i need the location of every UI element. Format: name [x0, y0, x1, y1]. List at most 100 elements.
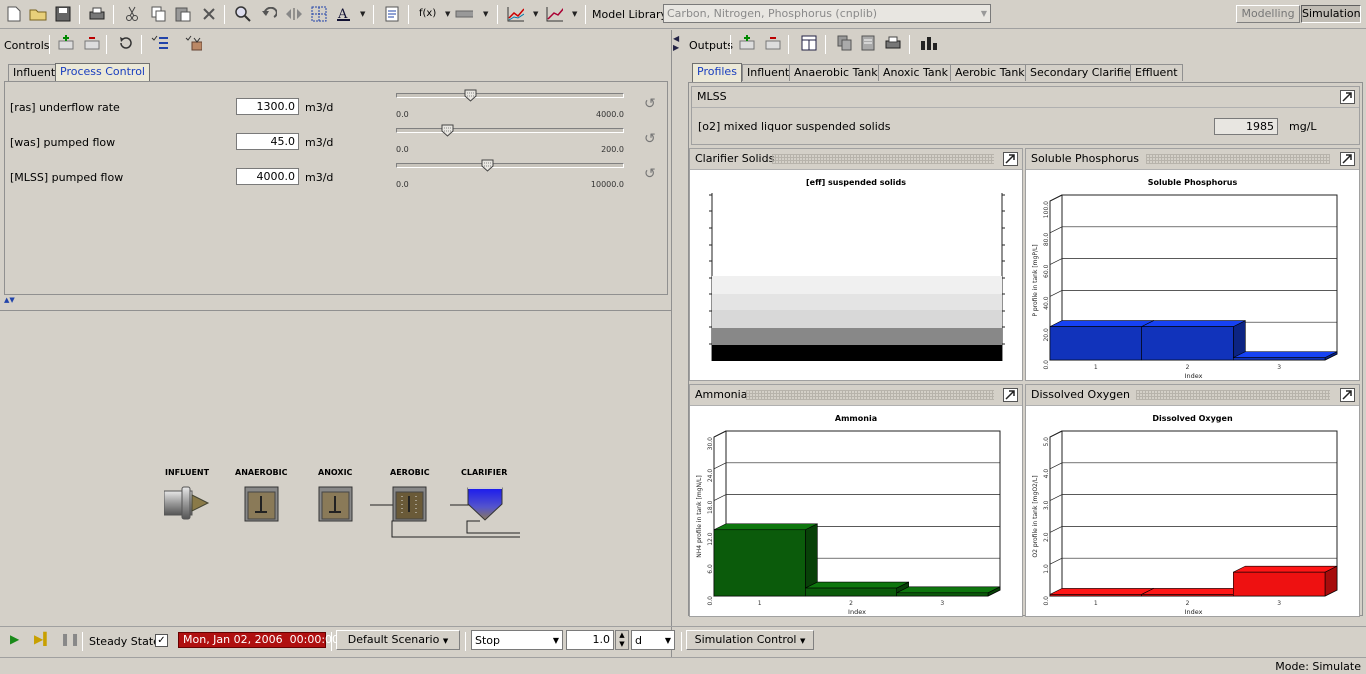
- phosphorus-panel: Soluble Phosphorus Soluble Phosphorus 0.0…: [1025, 148, 1360, 381]
- popout-icon[interactable]: [1003, 388, 1018, 402]
- aerobic-label: AEROBIC: [390, 468, 430, 477]
- duration-spinner[interactable]: ▲ ▼: [615, 630, 629, 650]
- graph-dropdown-arrow-icon[interactable]: ▼: [572, 10, 577, 18]
- copy-output-icon[interactable]: [836, 34, 854, 52]
- splitter-arrows-icon[interactable]: ▲▼: [4, 296, 15, 304]
- influent-icon[interactable]: [164, 485, 212, 521]
- function-dropdown-arrow-icon[interactable]: ▼: [445, 10, 450, 18]
- reset-slider-icon[interactable]: ↺: [644, 96, 656, 112]
- control-slider-track[interactable]: [396, 128, 624, 133]
- mlss-label: [o2] mixed liquor suspended solids: [698, 120, 891, 133]
- copy-icon[interactable]: [150, 5, 168, 23]
- output-tab[interactable]: Anaerobic Tank: [789, 64, 883, 81]
- reset-slider-icon[interactable]: ↺: [644, 166, 656, 182]
- output-tab[interactable]: Anoxic Tank: [878, 64, 953, 81]
- new-file-icon[interactable]: [5, 5, 23, 23]
- undo-icon[interactable]: [260, 5, 278, 23]
- control-value-input[interactable]: 1300.0: [236, 98, 299, 115]
- graph-icon[interactable]: [545, 5, 563, 23]
- chart-ytick-label: 0.0: [707, 596, 714, 606]
- control-slider-track[interactable]: [396, 163, 624, 168]
- align-icon[interactable]: [285, 5, 303, 23]
- slider-thumb[interactable]: [464, 89, 477, 102]
- simulation-control-button[interactable]: Simulation Control ▼: [686, 630, 814, 650]
- output-tab[interactable]: Effluent: [1130, 64, 1183, 81]
- bar-chart-icon[interactable]: [919, 34, 937, 52]
- control-slider-track[interactable]: [396, 93, 624, 98]
- anaerobic-tank-icon[interactable]: [244, 486, 280, 524]
- add-output-icon[interactable]: [737, 34, 755, 52]
- duration-input[interactable]: 1.0: [566, 630, 614, 650]
- font-dropdown-arrow-icon[interactable]: ▼: [360, 10, 365, 18]
- print-icon[interactable]: [88, 5, 106, 23]
- pause-icon[interactable]: ❚❚: [60, 632, 80, 646]
- popout-icon[interactable]: [1340, 90, 1355, 104]
- control-value-input[interactable]: 45.0: [236, 133, 299, 150]
- anoxic-tank-icon[interactable]: [318, 486, 354, 524]
- properties-icon[interactable]: [383, 5, 401, 23]
- delete-icon[interactable]: [200, 5, 218, 23]
- output-tab[interactable]: Influent: [742, 64, 795, 81]
- step-icon[interactable]: ▶▍: [34, 632, 52, 646]
- modelling-button[interactable]: Modelling: [1236, 5, 1300, 23]
- chart-ytick-label: 60.0: [1043, 264, 1050, 278]
- model-library-value: Carbon, Nitrogen, Phosphorus (cnplib): [667, 7, 878, 20]
- popout-icon[interactable]: [1340, 152, 1355, 166]
- control-value-input[interactable]: 4000.0: [236, 168, 299, 185]
- aerobic-tank-icon[interactable]: [392, 486, 428, 524]
- print-output-icon[interactable]: [884, 34, 902, 52]
- stop-condition-value: Stop: [475, 634, 501, 647]
- cut-icon[interactable]: [123, 5, 141, 23]
- checklist-icon[interactable]: [150, 34, 168, 52]
- model-library-select[interactable]: Carbon, Nitrogen, Phosphorus (cnplib) ▼: [663, 4, 991, 23]
- clarifier-icon[interactable]: [466, 484, 506, 526]
- reset-slider-icon[interactable]: ↺: [644, 131, 656, 147]
- slider-thumb[interactable]: [481, 159, 494, 172]
- chevron-down-icon: ▼: [552, 636, 559, 645]
- output-tab[interactable]: Aerobic Tank: [950, 64, 1030, 81]
- slider-thumb[interactable]: [441, 124, 454, 137]
- chart-xlabel: Index: [1185, 372, 1203, 380]
- chart-title: Soluble Phosphorus: [1148, 178, 1238, 187]
- layout-icon[interactable]: [800, 34, 818, 52]
- tab-influent[interactable]: Influent: [8, 64, 61, 81]
- remove-control-icon[interactable]: [82, 34, 100, 52]
- phosphorus-header: Soluble Phosphorus: [1026, 149, 1359, 170]
- collapse-arrow-icon[interactable]: ◀ ▶: [673, 34, 679, 52]
- output-tab[interactable]: Secondary Clarifier: [1025, 64, 1141, 81]
- play-icon[interactable]: ▶: [10, 632, 19, 646]
- export-icon[interactable]: [859, 34, 877, 52]
- duration-unit-select[interactable]: d ▼: [631, 630, 675, 650]
- select-controls-icon[interactable]: [184, 34, 202, 52]
- slider-min: 0.0: [396, 145, 409, 154]
- select-grid-icon[interactable]: [310, 5, 328, 23]
- mlss-header: MLSS: [692, 87, 1359, 108]
- pipe-dropdown-arrow-icon[interactable]: ▼: [483, 10, 488, 18]
- pipe-icon[interactable]: [455, 5, 473, 23]
- output-tab[interactable]: Profiles: [692, 63, 742, 82]
- function-icon[interactable]: f(x): [419, 8, 436, 19]
- oxygen-header: Dissolved Oxygen: [1026, 385, 1359, 406]
- chart-dropdown-arrow-icon[interactable]: ▼: [533, 10, 538, 18]
- popout-icon[interactable]: [1340, 388, 1355, 402]
- tab-process-control[interactable]: Process Control: [55, 63, 150, 81]
- open-folder-icon[interactable]: [29, 5, 47, 23]
- scenario-button[interactable]: Default Scenario ▼: [336, 630, 460, 650]
- zoom-icon[interactable]: [234, 5, 252, 23]
- add-control-icon[interactable]: [56, 34, 74, 52]
- slider-min: 0.0: [396, 110, 409, 119]
- simulation-button[interactable]: Simulation: [1301, 5, 1361, 23]
- chart-icon[interactable]: [506, 5, 524, 23]
- reset-icon[interactable]: [116, 34, 134, 52]
- font-icon[interactable]: A: [335, 5, 353, 23]
- influent-label: INFLUENT: [165, 468, 210, 477]
- steady-state-checkbox[interactable]: ✓: [155, 634, 168, 647]
- paste-icon[interactable]: [174, 5, 192, 23]
- chart-bar-top: [896, 586, 1001, 594]
- chart-bar: [1233, 571, 1326, 597]
- popout-icon[interactable]: [1003, 152, 1018, 166]
- save-icon[interactable]: [54, 5, 72, 23]
- remove-output-icon[interactable]: [763, 34, 781, 52]
- stop-condition-select[interactable]: Stop ▼: [471, 630, 563, 650]
- ammonia-header: Ammonia: [690, 385, 1022, 406]
